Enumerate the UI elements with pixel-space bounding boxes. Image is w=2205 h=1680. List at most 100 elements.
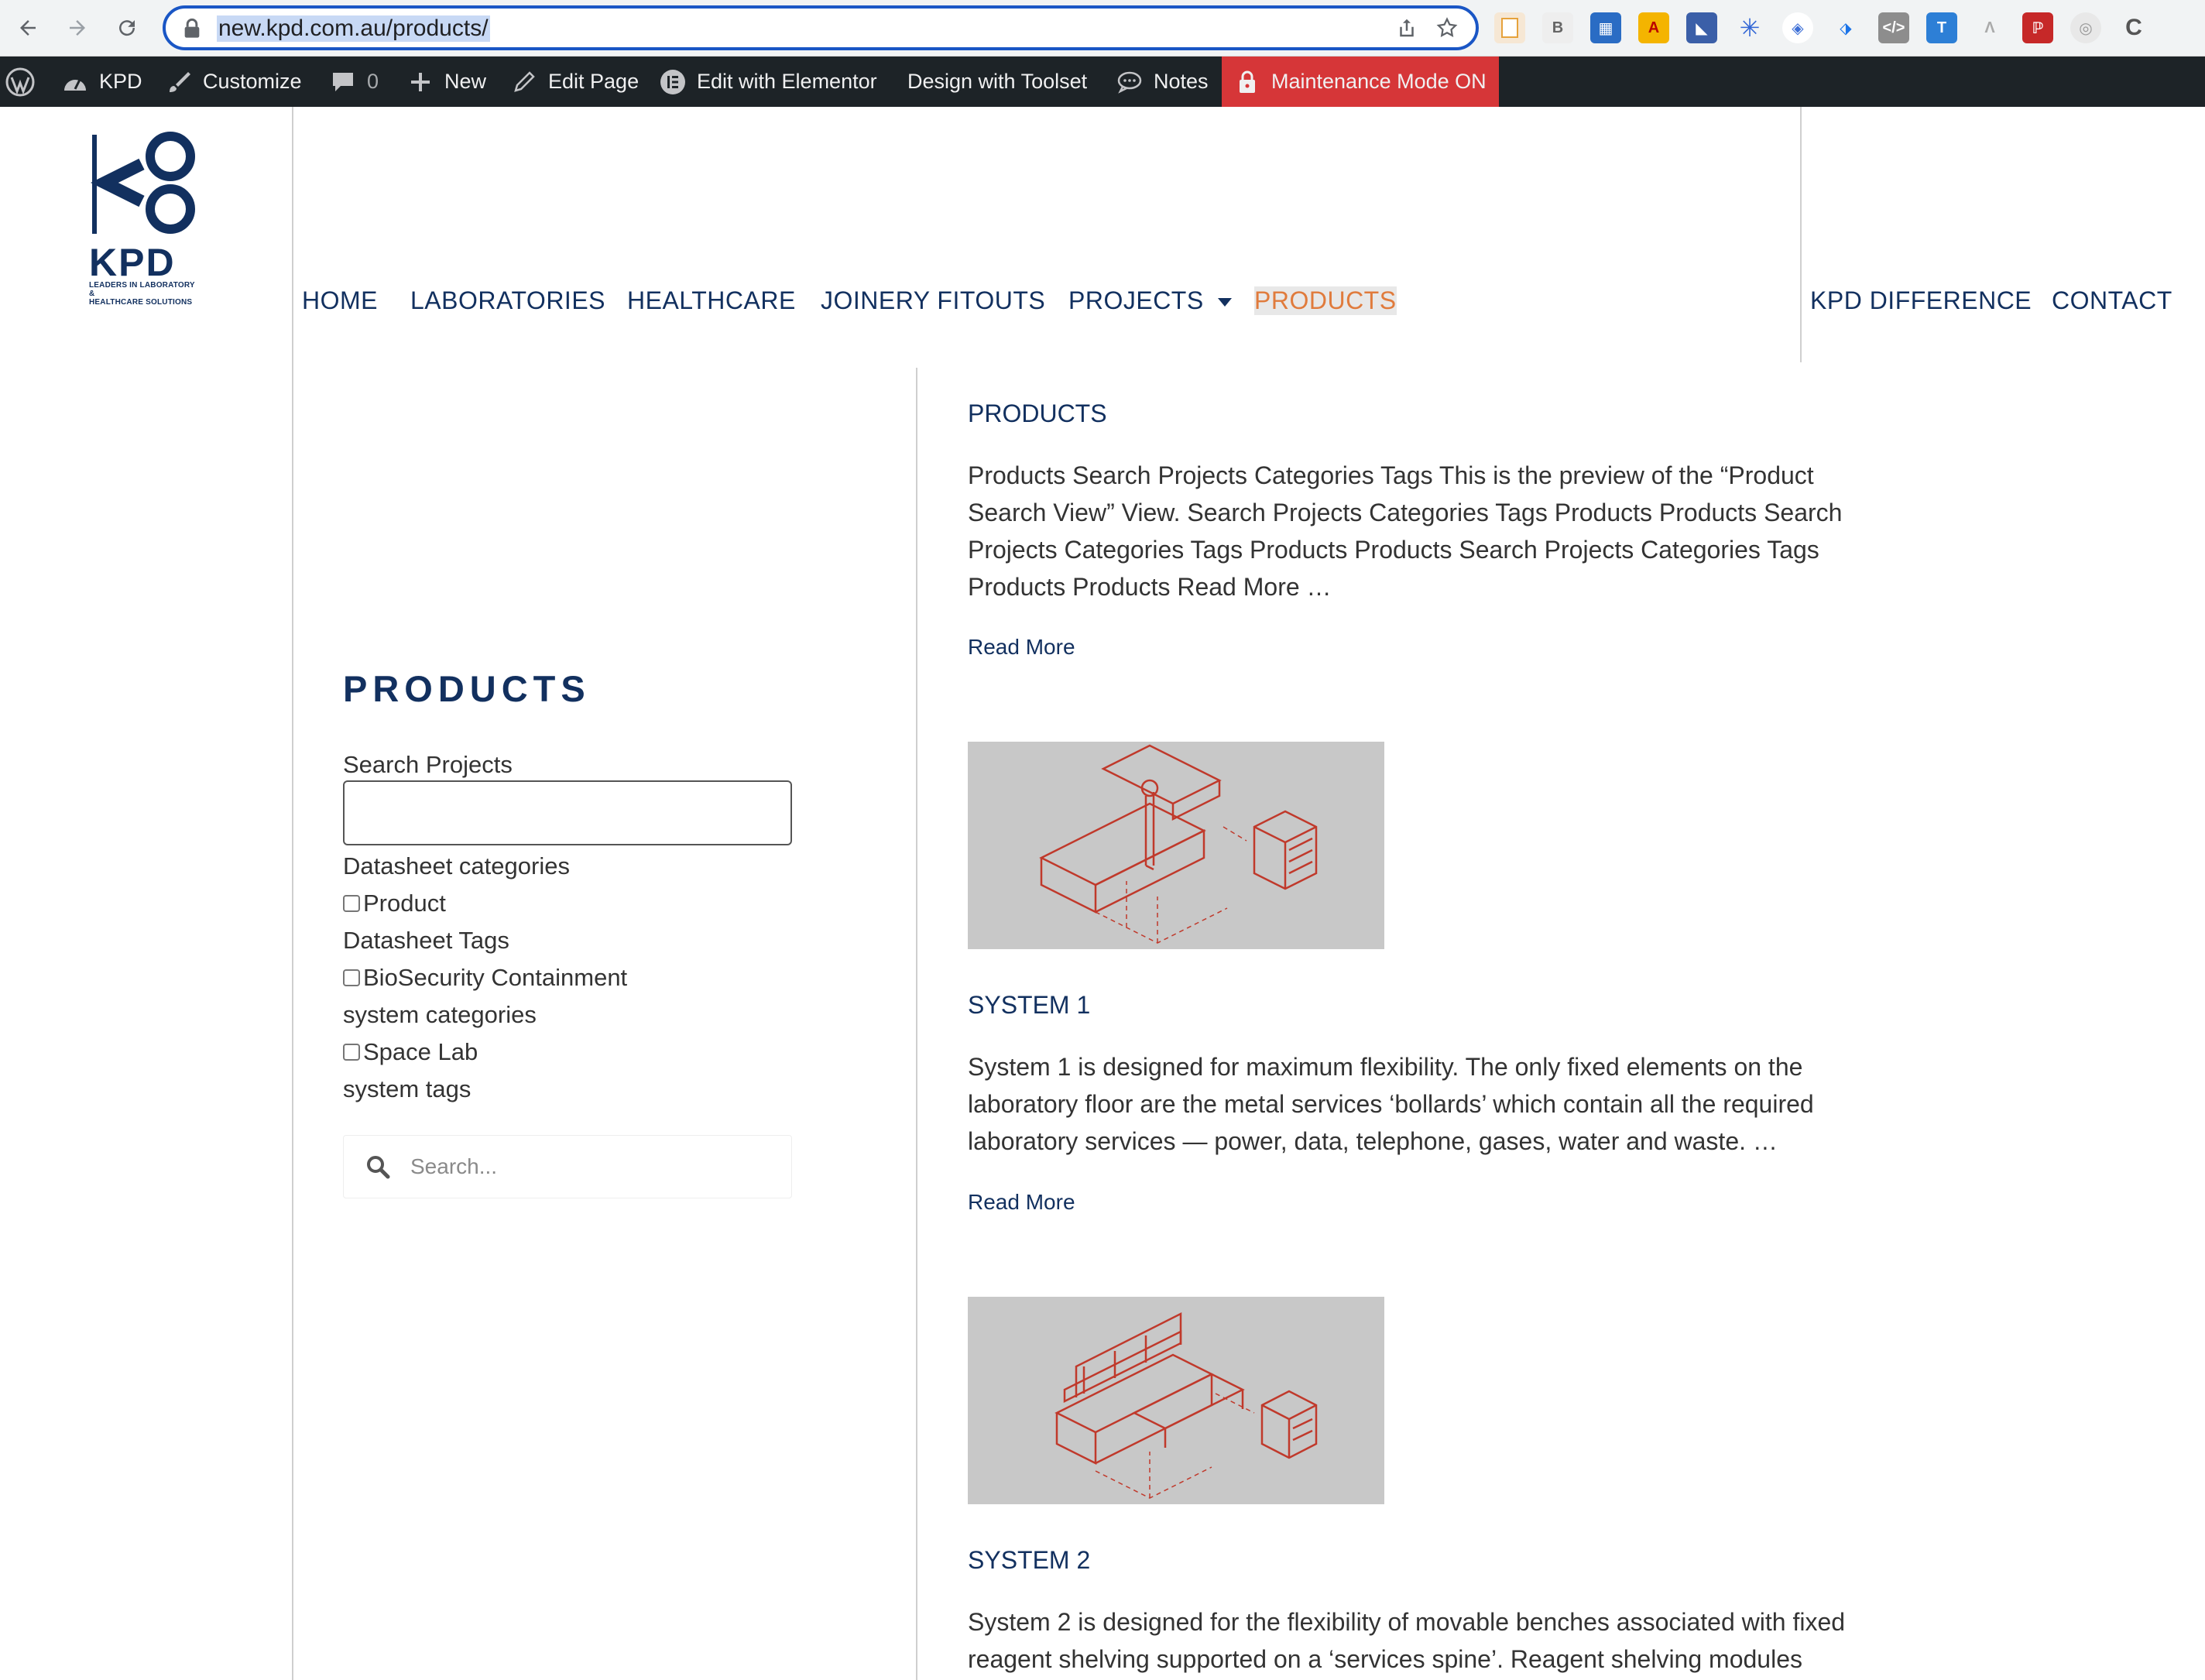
system-tags-label: system tags xyxy=(343,1075,472,1102)
product-checkbox-row[interactable]: Product xyxy=(343,890,446,917)
post-title-system-1[interactable]: SYSTEM 1 xyxy=(968,991,1090,1020)
post-excerpt-system-1: System 1 is designed for maximum flexibi… xyxy=(968,1053,1814,1155)
admin-customize-link[interactable]: Customize xyxy=(166,57,302,107)
admin-comments-link[interactable]: 0 xyxy=(330,57,379,107)
menu-kpd-difference[interactable]: KPD DIFFERENCE xyxy=(1810,286,2032,315)
admin-elementor-label: Edit with Elementor xyxy=(697,70,877,93)
admin-edit-page-label: Edit Page xyxy=(548,70,640,93)
extension-tag-icon[interactable]: ⬗ xyxy=(1830,12,1861,43)
padlock-icon xyxy=(1234,69,1260,95)
menu-contact[interactable]: CONTACT xyxy=(2052,286,2172,315)
menu-projects-wrapper[interactable]: PROJECTS xyxy=(1068,286,1232,315)
extension-tt-icon[interactable]: T xyxy=(1926,12,1957,43)
sidebar-divider xyxy=(916,368,917,1680)
caret-down-icon[interactable] xyxy=(1217,298,1232,307)
address-bar[interactable]: new.kpd.com.au/products/ xyxy=(163,5,1479,50)
read-more-products[interactable]: Read More xyxy=(968,635,1075,660)
menu-projects[interactable]: PROJECTS xyxy=(1068,286,1204,314)
speech-bubble-icon xyxy=(1116,69,1143,95)
admin-customize-label: Customize xyxy=(203,70,302,93)
plus-icon xyxy=(407,69,434,95)
wordpress-logo-icon[interactable] xyxy=(5,57,36,107)
extension-b-icon[interactable]: B xyxy=(1542,12,1573,43)
space-lab-checkbox-row[interactable]: Space Lab xyxy=(343,1038,478,1066)
dashboard-icon xyxy=(62,69,88,95)
search-icon xyxy=(365,1154,390,1183)
header-divider-right xyxy=(1800,107,1802,362)
admin-toolset-label: Design with Toolset xyxy=(907,70,1088,93)
extension-circle-icon[interactable]: ◎ xyxy=(2070,12,2101,43)
read-more-system-1[interactable]: Read More xyxy=(968,1190,1075,1215)
kpd-logo-mark-icon xyxy=(91,132,195,234)
site-logo[interactable]: KPD LEADERS IN LABORATORY & HEALTHCARE S… xyxy=(89,132,201,307)
search-projects-label: Search Projects xyxy=(343,751,513,778)
biosecurity-checkbox[interactable] xyxy=(343,969,360,986)
search-projects-input[interactable] xyxy=(343,780,792,845)
logo-tagline-2: HEALTHCARE SOLUTIONS xyxy=(89,298,193,307)
admin-toolset-link[interactable]: Design with Toolset xyxy=(907,57,1087,107)
admin-elementor-link[interactable]: Edit with Elementor xyxy=(660,57,877,107)
logo-tagline-1: LEADERS IN LABORATORY & xyxy=(89,281,195,298)
datasheet-tags-label: Datasheet Tags xyxy=(343,927,509,954)
post-excerpt-products: Products Search Projects Categories Tags… xyxy=(968,461,1843,601)
datasheet-categories-label: Datasheet categories xyxy=(343,852,570,879)
product-checkbox-label: Product xyxy=(363,890,446,917)
space-lab-checkbox-label: Space Lab xyxy=(363,1038,478,1065)
admin-new-label: New xyxy=(444,70,487,93)
sidebar-title: PRODUCTS xyxy=(343,668,591,709)
system-1-drawing-icon xyxy=(1039,744,1318,944)
admin-edit-page-link[interactable]: Edit Page xyxy=(511,57,639,107)
extension-asterisk-icon[interactable]: ✳ xyxy=(1734,12,1765,43)
extension-windows-icon[interactable]: ▦ xyxy=(1590,12,1621,43)
system-categories-label: system categories xyxy=(343,1001,537,1028)
menu-joinery-fitouts[interactable]: JOINERY FITOUTS xyxy=(821,286,1045,315)
extension-lambda-icon[interactable]: Λ xyxy=(1974,12,2005,43)
elementor-icon xyxy=(660,69,686,95)
admin-notes-link[interactable]: Notes xyxy=(1116,57,1209,107)
menu-healthcare[interactable]: HEALTHCARE xyxy=(627,286,796,315)
extension-flag-icon[interactable]: ◣ xyxy=(1686,12,1717,43)
menu-home[interactable]: HOME xyxy=(302,286,378,315)
system-2-thumbnail[interactable] xyxy=(968,1297,1384,1504)
share-icon[interactable] xyxy=(1395,16,1418,43)
admin-comments-count: 0 xyxy=(367,70,379,93)
product-checkbox[interactable] xyxy=(343,895,360,912)
admin-site-link[interactable]: KPD xyxy=(62,57,142,107)
sidebar-search-box[interactable]: Search... xyxy=(343,1135,792,1198)
admin-site-label: KPD xyxy=(99,70,142,93)
lock-icon xyxy=(183,18,201,43)
space-lab-checkbox[interactable] xyxy=(343,1044,360,1061)
biosecurity-checkbox-label: BioSecurity Containment xyxy=(363,964,628,991)
post-title-products[interactable]: PRODUCTS xyxy=(968,399,1107,428)
forward-icon[interactable] xyxy=(60,11,94,45)
extension-c-icon[interactable]: C xyxy=(2118,12,2149,43)
back-icon[interactable] xyxy=(11,11,45,45)
post-excerpt-system-2: System 2 is designed for the flexibility… xyxy=(968,1608,1846,1673)
paintbrush-icon xyxy=(166,69,192,95)
extension-pdf-icon[interactable]: ℙ xyxy=(2022,12,2053,43)
post-title-system-2[interactable]: SYSTEM 2 xyxy=(968,1546,1090,1575)
extension-diamond-icon[interactable]: ◈ xyxy=(1782,12,1813,43)
extensions-bar: B ▦ A ◣ ✳ ◈ ⬗ </> T Λ ℙ ◎ C xyxy=(1494,12,2149,43)
admin-notes-label: Notes xyxy=(1154,70,1209,93)
system-2-drawing-icon xyxy=(1054,1311,1318,1499)
menu-laboratories[interactable]: LABORATORIES xyxy=(410,286,605,315)
extension-notes-icon[interactable] xyxy=(1494,12,1525,43)
admin-maintenance-badge[interactable]: Maintenance Mode ON xyxy=(1222,57,1499,107)
wp-admin-bar: KPD Customize 0 New Edit Page Edit with … xyxy=(0,57,2205,107)
extension-code-icon[interactable]: </> xyxy=(1878,12,1909,43)
logo-wordmark: KPD xyxy=(89,241,176,284)
extension-font-icon[interactable]: A xyxy=(1638,12,1669,43)
reload-icon[interactable] xyxy=(110,11,144,45)
sidebar-search-placeholder: Search... xyxy=(410,1154,498,1178)
url-text[interactable]: new.kpd.com.au/products/ xyxy=(217,15,490,42)
comment-bubble-icon xyxy=(330,69,356,95)
biosecurity-checkbox-row[interactable]: BioSecurity Containment xyxy=(343,964,627,992)
system-1-thumbnail[interactable] xyxy=(968,742,1384,949)
header-divider-left xyxy=(292,107,293,1680)
menu-products[interactable]: PRODUCTS xyxy=(1254,286,1397,315)
browser-toolbar: new.kpd.com.au/products/ B ▦ A ◣ ✳ ◈ ⬗ <… xyxy=(0,0,2205,57)
bookmark-star-icon[interactable] xyxy=(1435,16,1459,43)
admin-maintenance-label: Maintenance Mode ON xyxy=(1271,70,1487,93)
admin-new-link[interactable]: New xyxy=(407,57,486,107)
